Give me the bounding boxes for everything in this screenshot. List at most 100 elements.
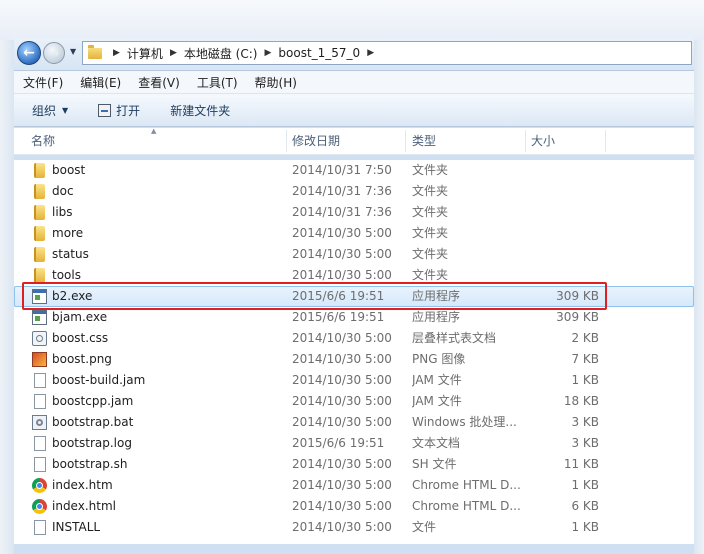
menu-help[interactable]: 帮助(H) [246, 74, 305, 91]
column-divider[interactable] [525, 130, 526, 152]
folder-icon [88, 44, 102, 59]
breadcrumb-computer[interactable]: 计算机 [127, 45, 163, 62]
file-name: bootstrap.log [52, 436, 132, 450]
file-type: 文本文档 [412, 436, 461, 450]
file-row[interactable]: boost-build.jam 2014/10/30 5:00 JAM 文件 1 KB [14, 370, 694, 391]
document-icon [34, 457, 46, 472]
file-name: bjam.exe [52, 310, 108, 324]
file-row[interactable]: bootstrap.bat 2014/10/30 5:00 Windows 批处理.… [14, 412, 694, 433]
open-button[interactable]: 打开 [98, 102, 140, 119]
file-date: 2014/10/30 5:00 [292, 394, 392, 408]
file-row[interactable]: bootstrap.sh 2014/10/30 5:00 SH 文件 11 KB [14, 454, 694, 475]
file-date: 2014/10/31 7:36 [292, 184, 392, 198]
file-row[interactable]: libs 2014/10/31 7:36 文件夹 [14, 202, 694, 223]
chevron-right-icon[interactable]: ▶ [170, 48, 177, 58]
file-date: 2014/10/30 5:00 [292, 226, 392, 240]
image-icon [32, 352, 47, 367]
file-name: boost-build.jam [52, 373, 146, 387]
menu-view[interactable]: 查看(V) [129, 74, 188, 91]
file-type: 层叠样式表文档 [412, 331, 497, 345]
file-size: 309 KB [556, 310, 599, 324]
breadcrumb-boost-folder[interactable]: boost_1_57_0 [278, 46, 360, 60]
column-divider[interactable] [286, 130, 287, 152]
file-size: 1 KB [571, 478, 599, 492]
file-size [529, 223, 599, 244]
column-divider[interactable] [405, 130, 406, 152]
file-size: 1 KB [571, 520, 599, 534]
file-date: 2014/10/30 5:00 [292, 247, 392, 261]
file-row[interactable]: boost.css 2014/10/30 5:00 层叠样式表文档 2 KB [14, 328, 694, 349]
file-row[interactable]: boostcpp.jam 2014/10/30 5:00 JAM 文件 18 KB [14, 391, 694, 412]
column-header: ▲ 名称 修改日期 类型 大小 [14, 127, 694, 155]
file-size: 3 KB [571, 415, 599, 429]
file-row[interactable]: index.htm 2014/10/30 5:00 Chrome HTML D...… [14, 475, 694, 496]
column-type[interactable]: 类型 [412, 128, 436, 154]
address-bar: ← → ▼ ▶ 计算机 ▶ 本地磁盘 (C:) ▶ boost_1_57_0 ▶ [14, 38, 694, 71]
command-bar: 组织 ▼ 打开 新建文件夹 [14, 94, 694, 127]
open-label: 打开 [116, 103, 141, 118]
file-date: 2014/10/30 5:00 [292, 331, 392, 345]
folder-icon [34, 268, 45, 283]
file-name: INSTALL [52, 520, 101, 534]
chevron-right-icon[interactable]: ▶ [113, 48, 120, 58]
chevron-right-icon[interactable]: ▶ [264, 48, 271, 58]
file-name: more [52, 226, 84, 240]
file-row[interactable]: more 2014/10/30 5:00 文件夹 [14, 223, 694, 244]
file-row[interactable]: bootstrap.log 2015/6/6 19:51 文本文档 3 KB [14, 433, 694, 454]
chevron-down-icon: ▼ [62, 105, 69, 115]
column-divider[interactable] [605, 130, 606, 152]
breadcrumb[interactable]: ▶ 计算机 ▶ 本地磁盘 (C:) ▶ boost_1_57_0 ▶ [82, 41, 692, 65]
chevron-right-icon[interactable]: ▶ [367, 48, 374, 58]
batch-file-icon [32, 415, 47, 430]
document-icon [34, 373, 46, 388]
file-size [529, 160, 599, 181]
menu-tools[interactable]: 工具(T) [188, 74, 246, 91]
organize-button[interactable]: 组织 ▼ [32, 102, 68, 119]
file-name: status [52, 247, 89, 261]
file-size: 6 KB [571, 499, 599, 513]
file-list: boost 2014/10/31 7:50 文件夹 doc 2014/10/31 7:3… [14, 160, 694, 544]
file-row[interactable]: index.html 2014/10/30 5:00 Chrome HTML D..… [14, 496, 694, 517]
folder-icon [34, 247, 45, 262]
file-size: 7 KB [571, 352, 599, 366]
file-size: 18 KB [563, 394, 599, 408]
chrome-icon [32, 499, 47, 514]
file-size [529, 202, 599, 223]
file-name: index.html [52, 499, 116, 513]
file-date: 2014/10/30 5:00 [292, 499, 392, 513]
file-type: 文件夹 [412, 226, 449, 240]
file-name: boostcpp.jam [52, 394, 134, 408]
file-row[interactable]: INSTALL 2014/10/30 5:00 文件 1 KB [14, 517, 694, 538]
file-type: 文件夹 [412, 247, 449, 261]
menu-file[interactable]: 文件(F) [14, 74, 71, 91]
file-size: 3 KB [571, 436, 599, 450]
stylesheet-icon [32, 331, 47, 346]
organize-label: 组织 [32, 103, 57, 118]
file-row[interactable]: boost 2014/10/31 7:50 文件夹 [14, 160, 694, 181]
window-left-border [0, 40, 14, 554]
file-row[interactable]: doc 2014/10/31 7:36 文件夹 [14, 181, 694, 202]
column-size[interactable]: 大小 [531, 128, 555, 154]
file-type: PNG 图像 [412, 352, 466, 366]
column-date[interactable]: 修改日期 [292, 128, 340, 154]
file-date: 2014/10/30 5:00 [292, 478, 392, 492]
document-icon [34, 394, 46, 409]
file-name: boost.png [52, 352, 112, 366]
recent-pages-dropdown[interactable]: ▼ [70, 47, 76, 56]
window-right-border [694, 40, 704, 554]
file-row[interactable]: status 2014/10/30 5:00 文件夹 [14, 244, 694, 265]
new-folder-button[interactable]: 新建文件夹 [170, 102, 230, 119]
file-row[interactable]: boost.png 2014/10/30 5:00 PNG 图像 7 KB [14, 349, 694, 370]
column-name[interactable]: 名称 [31, 128, 55, 154]
menu-edit[interactable]: 编辑(E) [71, 74, 129, 91]
file-name: bootstrap.sh [52, 457, 128, 471]
forward-button[interactable]: → [43, 42, 65, 64]
folder-icon [34, 163, 45, 178]
file-date: 2014/10/30 5:00 [292, 520, 392, 534]
folder-icon [34, 205, 45, 220]
back-button[interactable]: ← [17, 41, 41, 65]
file-type: Chrome HTML D... [412, 478, 521, 492]
breadcrumb-local-disk[interactable]: 本地磁盘 (C:) [184, 45, 258, 62]
file-row[interactable]: bjam.exe 2015/6/6 19:51 应用程序 309 KB [14, 307, 694, 328]
document-icon [34, 436, 46, 451]
